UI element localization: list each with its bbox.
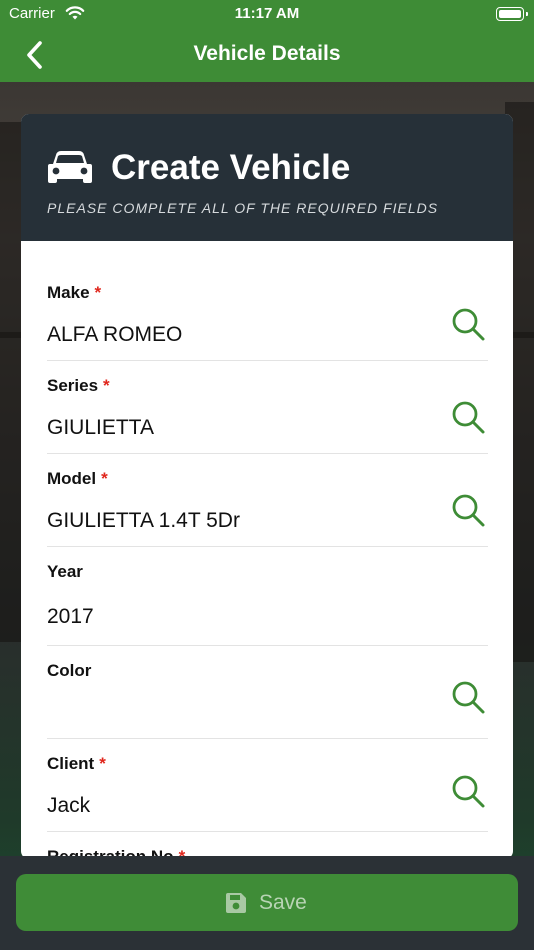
battery-icon: [496, 7, 528, 21]
year-label: Year: [47, 562, 83, 581]
vehicle-form: Make * ALFA ROMEO Series * GIULIETTA Model…: [21, 241, 513, 859]
card-header: Create Vehicle PLEASE COMPLETE ALL OF TH…: [21, 114, 513, 241]
series-value[interactable]: GIULIETTA: [47, 416, 154, 440]
client-value[interactable]: Jack: [47, 794, 90, 818]
card-subtitle: PLEASE COMPLETE ALL OF THE REQUIRED FIEL…: [47, 200, 439, 216]
search-icon[interactable]: [450, 773, 486, 809]
search-icon[interactable]: [450, 306, 486, 342]
required-marker: *: [103, 376, 110, 395]
client-label: Client *: [47, 754, 106, 773]
search-icon[interactable]: [450, 679, 486, 715]
navigation-bar: Carrier 11:17 AM Vehicle Details: [0, 0, 534, 82]
model-field[interactable]: Model * GIULIETTA 1.4T 5Dr: [47, 454, 488, 547]
year-field[interactable]: Year 2017: [47, 547, 488, 646]
save-button[interactable]: Save: [16, 874, 518, 931]
required-marker: *: [94, 283, 102, 302]
status-time: 11:17 AM: [234, 5, 300, 22]
registration-field[interactable]: Registration No *: [47, 832, 488, 859]
make-field[interactable]: Make * ALFA ROMEO: [47, 241, 488, 361]
page-title: Vehicle Details: [193, 42, 341, 65]
car-icon: [48, 151, 92, 183]
create-vehicle-card: Create Vehicle PLEASE COMPLETE ALL OF TH…: [21, 114, 513, 859]
save-label: Save: [259, 891, 307, 914]
status-bar: Carrier 11:17 AM: [0, 0, 534, 28]
series-label: Series *: [47, 376, 110, 395]
bottom-save-bar: Save: [0, 856, 534, 950]
search-icon[interactable]: [450, 399, 486, 435]
year-value[interactable]: 2017: [47, 605, 94, 629]
client-field[interactable]: Client * Jack: [47, 739, 488, 832]
color-field[interactable]: Color: [47, 646, 488, 739]
floppy-disk-icon: [226, 893, 246, 913]
required-marker: *: [101, 469, 108, 488]
make-label: Make *: [47, 283, 102, 302]
make-value[interactable]: ALFA ROMEO: [47, 323, 182, 347]
model-value[interactable]: GIULIETTA 1.4T 5Dr: [47, 509, 240, 533]
series-field[interactable]: Series * GIULIETTA: [47, 361, 488, 454]
search-icon[interactable]: [450, 492, 486, 528]
model-label: Model *: [47, 469, 108, 488]
required-marker: *: [99, 754, 106, 773]
color-label: Color: [47, 661, 92, 680]
card-title: Create Vehicle: [111, 148, 351, 187]
